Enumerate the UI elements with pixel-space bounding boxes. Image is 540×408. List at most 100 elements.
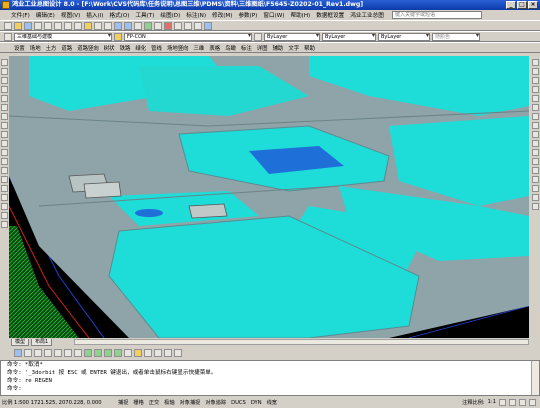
tool-help[interactable]: 帮助 [304,44,315,52]
trim-icon[interactable] [531,140,539,147]
lock-icon[interactable] [519,399,526,406]
tool-table[interactable]: 表格 [209,44,220,52]
workspace-switch-icon[interactable] [509,399,516,406]
menu-draw[interactable]: 绘图(D) [159,11,181,19]
visual-style-icon[interactable] [134,348,142,357]
region-icon[interactable] [1,203,8,210]
layer-manager-icon[interactable] [114,32,122,41]
walk-icon[interactable] [164,348,172,357]
ortho-toggle[interactable]: 正交 [148,399,160,406]
menu-parameter[interactable]: 参数(P) [237,11,258,19]
save-icon[interactable] [24,21,32,30]
clean-screen-icon[interactable] [529,399,536,406]
tab-layout1[interactable]: 布局1 [31,338,53,346]
open-icon[interactable] [14,21,22,30]
view-bottom-icon[interactable] [34,348,42,357]
view-top-icon[interactable] [24,348,32,357]
view-back-icon[interactable] [74,348,82,357]
tool-railway[interactable]: 铁路 [120,44,131,52]
polygon-icon[interactable] [1,86,8,93]
menu-window[interactable]: 窗口(W) [262,11,285,19]
cut-icon[interactable] [54,21,62,30]
tool-text[interactable]: 文字 [288,44,299,52]
tool-tree[interactable]: 树状 [104,44,115,52]
markup-icon[interactable] [184,21,192,30]
match-properties-icon[interactable] [84,21,92,30]
spline-icon[interactable] [1,131,8,138]
plotstyle-select[interactable]: 随颜色 [432,32,480,41]
maximize-button[interactable]: □ [517,1,527,9]
erase-icon[interactable] [531,59,539,66]
otrack-toggle[interactable]: 对象追踪 [204,399,227,406]
copy-icon[interactable] [64,21,72,30]
title-bar[interactable]: 鸿业工业总图设计 8.0 - [F:\Work\CVS代码库\任务说明\总图三维… [0,0,540,10]
table-icon[interactable] [1,212,8,219]
line-icon[interactable] [1,59,8,66]
sheet-set-icon[interactable] [174,21,182,30]
command-scrollbar[interactable] [531,361,539,395]
fillet-icon[interactable] [531,194,539,201]
help-icon[interactable] [204,21,212,30]
ellipse-icon[interactable] [1,140,8,147]
ellipse-arc-icon[interactable] [1,149,8,156]
view-front-icon[interactable] [64,348,72,357]
tab-model[interactable]: 模型 [11,338,30,346]
print-icon[interactable] [34,21,42,30]
view-right-icon[interactable] [54,348,62,357]
3d-orbit-icon[interactable] [14,348,22,357]
tool-detail[interactable]: 详图 [257,44,268,52]
menu-dimension[interactable]: 标注(N) [185,11,207,19]
shade-icon[interactable] [144,348,152,357]
break-point-icon[interactable] [531,158,539,165]
insert-block-icon[interactable] [1,158,8,165]
offset-icon[interactable] [531,86,539,93]
horizontal-scrollbar[interactable] [74,339,529,345]
move-icon[interactable] [531,104,539,111]
menu-file[interactable]: 文件(F) [10,11,31,19]
preview-icon[interactable] [44,21,52,30]
design-center-icon[interactable] [154,21,162,30]
layer-select[interactable]: FP-CON [124,32,252,41]
tool-palettes-icon[interactable] [164,21,172,30]
dyn-toggle[interactable]: DYN [250,400,263,406]
make-block-icon[interactable] [1,167,8,174]
minimize-button[interactable]: _ [506,1,516,9]
menu-view[interactable]: 视图(V) [60,11,81,19]
properties-icon[interactable] [144,21,152,30]
menu-hongye[interactable]: 鸿业工业总图 [349,11,385,19]
rectangle-icon[interactable] [1,95,8,102]
hatch-icon[interactable] [1,185,8,192]
menu-help[interactable]: 帮助(H) [289,11,311,19]
mirror-icon[interactable] [531,77,539,84]
stretch-icon[interactable] [531,131,539,138]
tool-site[interactable]: 场地 [30,44,41,52]
menu-edit[interactable]: 编辑(E) [35,11,56,19]
camera-icon[interactable] [124,348,132,357]
undo-icon[interactable] [94,21,102,30]
se-iso-icon[interactable] [94,348,102,357]
circle-icon[interactable] [1,113,8,120]
grid-toggle[interactable]: 栅格 [132,399,144,406]
help-search-input[interactable]: 键入关键字或短语 [392,11,482,19]
tool-pipeline[interactable]: 管线 [151,44,162,52]
explode-icon[interactable] [531,203,539,210]
layer-previous-icon[interactable] [254,32,262,41]
redo-icon[interactable] [104,21,112,30]
break-icon[interactable] [531,167,539,174]
view-left-icon[interactable] [44,348,52,357]
chamfer-icon[interactable] [531,185,539,192]
render-icon[interactable] [154,348,162,357]
color-select[interactable]: ByLayer [264,32,320,41]
gradient-icon[interactable] [1,194,8,201]
annotation-scale-select[interactable]: 1:1 [488,399,496,406]
snap-toggle[interactable]: 捕捉 [117,399,129,406]
revision-cloud-icon[interactable] [1,122,8,129]
tool-site-vertical[interactable]: 场地竖向 [167,44,189,52]
zoom-previous-icon[interactable] [134,21,142,30]
menu-tools[interactable]: 工具(T) [134,11,155,19]
ducs-toggle[interactable]: DUCS [230,400,247,406]
drawing-viewport[interactable] [9,56,529,338]
new-icon[interactable] [4,21,12,30]
tool-road[interactable]: 道路 [61,44,72,52]
ne-iso-icon[interactable] [104,348,112,357]
